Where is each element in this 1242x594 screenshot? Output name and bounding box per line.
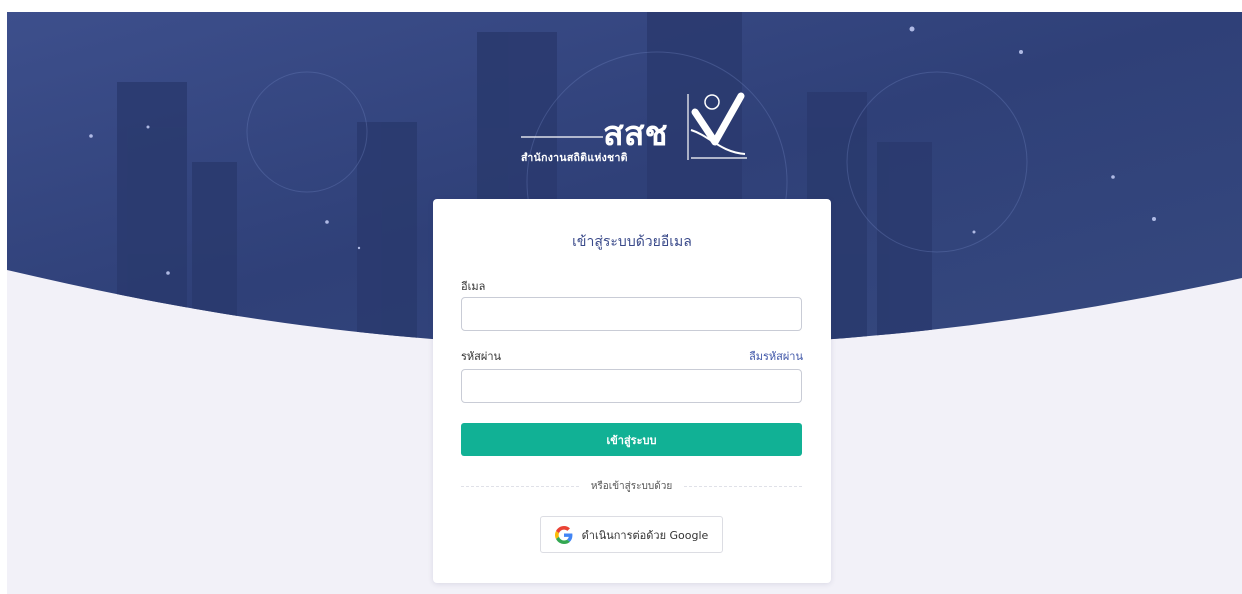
password-label: รหัสผ่าน [461,350,502,363]
or-divider: หรือเข้าสู่ระบบด้วย [461,479,803,493]
divider-line-right [684,485,803,487]
forgot-password-link[interactable]: ลืมรหัสผ่าน [749,347,803,365]
email-input[interactable] [461,297,802,331]
login-title: เข้าสู่ระบบด้วยอีเมล [572,234,692,250]
email-label: อีเมล [461,280,486,293]
divider-text: หรือเข้าสู่ระบบด้วย [590,480,673,492]
svg-text:สสช: สสช [603,114,668,154]
google-login-button[interactable]: ดำเนินการต่อด้วย Google [540,516,723,553]
logo-caption: สำนักงานสถิติแห่งชาติ [521,152,628,164]
divider-line-left [461,485,579,487]
google-icon [554,525,573,544]
google-button-label: ดำเนินการต่อด้วย Google [581,528,709,542]
login-button[interactable]: เข้าสู่ระบบ [461,423,802,456]
login-card: เข้าสู่ระบบด้วยอีเมล อีเมล รหัสผ่าน ลืมร… [433,199,831,583]
password-input[interactable] [461,369,802,403]
nso-logo: สสช สำนักงานสถิติแห่งชาติ [515,92,755,172]
page-frame: สสช สำนักงานสถิติแห่งชาติ เข้าสู่ระบบด้ว… [7,12,1242,594]
